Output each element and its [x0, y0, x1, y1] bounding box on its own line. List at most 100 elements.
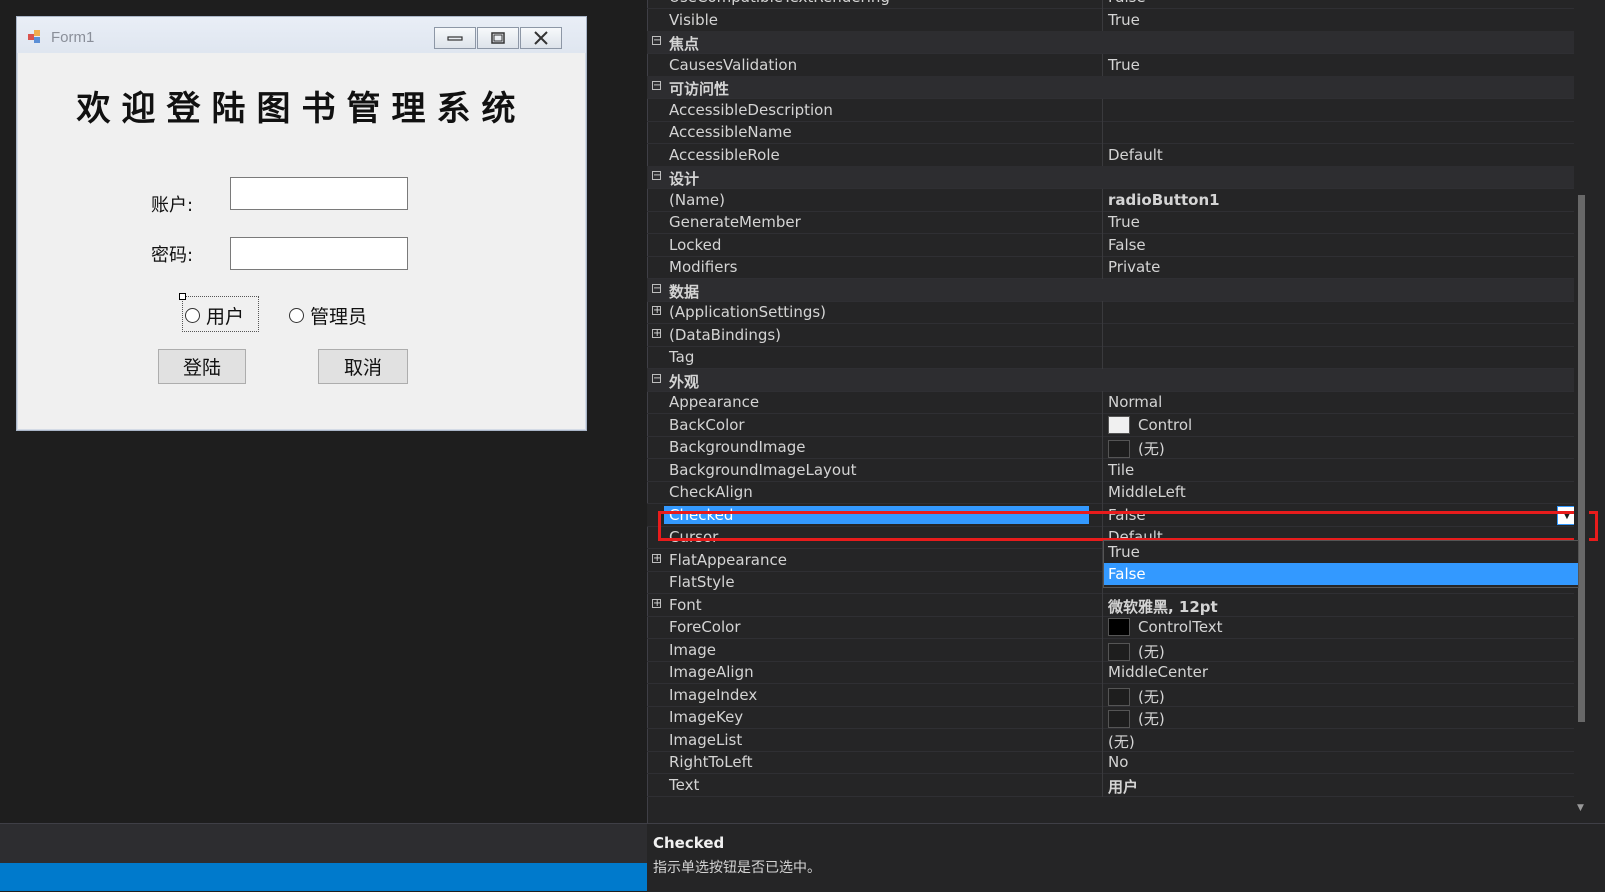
property-row[interactable]: Image (无)	[647, 638, 1589, 662]
property-row[interactable]: Locked False	[647, 233, 1589, 257]
column-divider[interactable]	[1102, 346, 1103, 369]
password-input[interactable]	[230, 237, 408, 270]
column-divider[interactable]	[1102, 143, 1103, 167]
account-input[interactable]	[230, 177, 408, 210]
cancel-button[interactable]: 取消	[318, 349, 408, 384]
property-row[interactable]: AccessibleName	[647, 121, 1589, 144]
property-value[interactable]: Tile	[1108, 461, 1578, 479]
property-value[interactable]: (无)	[1108, 438, 1578, 459]
property-row[interactable]: ImageAlign MiddleCenter	[647, 661, 1589, 684]
property-value[interactable]: (无)	[1108, 641, 1578, 662]
column-divider[interactable]	[1102, 8, 1103, 32]
property-row[interactable]: RightToLeft No	[647, 751, 1589, 774]
scrollbar-thumb[interactable]	[1578, 195, 1585, 722]
property-value[interactable]: radioButton1	[1108, 191, 1578, 209]
column-divider[interactable]	[1102, 98, 1103, 122]
property-value[interactable]: True	[1108, 213, 1578, 231]
column-divider[interactable]	[1102, 53, 1103, 77]
property-row[interactable]: CausesValidation True	[647, 53, 1589, 77]
property-row[interactable]: Checked False ▼	[647, 503, 1589, 527]
column-divider[interactable]	[1102, 616, 1103, 639]
collapse-icon[interactable]: −	[652, 373, 661, 383]
radio-admin[interactable]: 管理员	[289, 302, 367, 329]
property-value[interactable]: Default	[1108, 146, 1578, 164]
property-value[interactable]: True	[1108, 56, 1578, 74]
property-grid-scrollbar[interactable]: ▼	[1574, 0, 1589, 823]
column-divider[interactable]	[1102, 638, 1103, 662]
property-row[interactable]: BackColor Control	[647, 413, 1589, 437]
column-divider[interactable]	[1102, 481, 1103, 504]
property-row[interactable]: GenerateMember True	[647, 211, 1589, 234]
expand-icon[interactable]: +	[652, 553, 661, 563]
property-category[interactable]: − 焦点	[647, 31, 1589, 54]
property-row[interactable]: Visible True	[647, 8, 1589, 32]
property-value[interactable]: Normal	[1108, 393, 1578, 411]
property-row[interactable]: Tag	[647, 346, 1589, 369]
radio-admin-circle[interactable]	[289, 308, 304, 323]
form-titlebar[interactable]: Form1	[17, 17, 586, 53]
column-divider[interactable]	[1102, 211, 1103, 234]
property-value[interactable]: MiddleLeft	[1108, 483, 1578, 501]
close-button[interactable]	[520, 27, 562, 49]
dropdown-option-false[interactable]: False	[1104, 563, 1578, 585]
property-value[interactable]: (无)	[1108, 686, 1578, 707]
property-value[interactable]: False	[1108, 0, 1578, 6]
property-row[interactable]: ImageList (无)	[647, 728, 1589, 752]
collapse-icon[interactable]: −	[652, 81, 661, 91]
column-divider[interactable]	[1102, 301, 1103, 324]
property-row[interactable]: AccessibleDescription	[647, 98, 1589, 122]
column-divider[interactable]	[1102, 233, 1103, 257]
property-row[interactable]: ForeColor ControlText	[647, 616, 1589, 639]
column-divider[interactable]	[1102, 458, 1103, 482]
column-divider[interactable]	[1102, 121, 1103, 144]
property-value[interactable]: 用户	[1108, 776, 1578, 797]
property-category[interactable]: − 可访问性	[647, 76, 1589, 99]
scroll-down-icon[interactable]: ▼	[1577, 803, 1584, 813]
property-category[interactable]: − 外观	[647, 368, 1589, 392]
column-divider[interactable]	[1102, 593, 1103, 617]
expand-icon[interactable]: +	[652, 328, 661, 338]
collapse-icon[interactable]: −	[652, 283, 661, 293]
radio-user[interactable]: 用户	[185, 302, 244, 329]
column-divider[interactable]	[1102, 503, 1103, 527]
property-value[interactable]: No	[1108, 753, 1578, 771]
column-divider[interactable]	[1102, 256, 1103, 279]
radio-user-circle[interactable]	[185, 308, 200, 323]
login-button[interactable]: 登陆	[158, 349, 246, 384]
column-divider[interactable]	[1102, 413, 1103, 437]
minimize-button[interactable]	[434, 27, 476, 49]
property-row[interactable]: Appearance Normal	[647, 391, 1589, 414]
property-value[interactable]: Private	[1108, 258, 1578, 276]
property-row[interactable]: BackgroundImage (无)	[647, 436, 1589, 459]
expand-icon[interactable]: +	[652, 598, 661, 608]
column-divider[interactable]	[1102, 323, 1103, 347]
expand-icon[interactable]: +	[652, 306, 661, 316]
property-row[interactable]: + Font 微软雅黑, 12pt	[647, 593, 1589, 617]
property-row[interactable]: + (ApplicationSettings)	[647, 301, 1589, 324]
collapse-icon[interactable]: −	[652, 36, 661, 46]
column-divider[interactable]	[1102, 683, 1103, 707]
checked-dropdown-list[interactable]: True False	[1103, 540, 1579, 588]
property-row[interactable]: + (DataBindings)	[647, 323, 1589, 347]
column-divider[interactable]	[1102, 436, 1103, 459]
property-row[interactable]: ImageKey (无)	[647, 706, 1589, 729]
property-value[interactable]: Control	[1108, 415, 1578, 434]
column-divider[interactable]	[1102, 773, 1103, 797]
collapse-icon[interactable]: −	[652, 171, 661, 181]
form-window[interactable]: Form1 欢迎登陆图书管理系统 账户: 密码: 用户 管理员 登陆 取消	[16, 16, 587, 431]
property-value[interactable]: ControlText	[1108, 618, 1578, 636]
property-value[interactable]: False	[1108, 236, 1578, 254]
property-row[interactable]: Text 用户	[647, 773, 1589, 797]
column-divider[interactable]	[1102, 661, 1103, 684]
property-category[interactable]: − 数据	[647, 278, 1589, 302]
property-value[interactable]: False	[1108, 506, 1578, 524]
property-row[interactable]: CheckAlign MiddleLeft	[647, 481, 1589, 504]
property-row[interactable]: (Name) radioButton1	[647, 188, 1589, 212]
property-row[interactable]: AccessibleRole Default	[647, 143, 1589, 167]
property-value[interactable]: True	[1108, 11, 1578, 29]
property-row[interactable]: Modifiers Private	[647, 256, 1589, 279]
property-value[interactable]: (无)	[1108, 731, 1578, 752]
maximize-button[interactable]	[477, 27, 519, 49]
property-value[interactable]: (无)	[1108, 708, 1578, 729]
property-value[interactable]: MiddleCenter	[1108, 663, 1578, 681]
